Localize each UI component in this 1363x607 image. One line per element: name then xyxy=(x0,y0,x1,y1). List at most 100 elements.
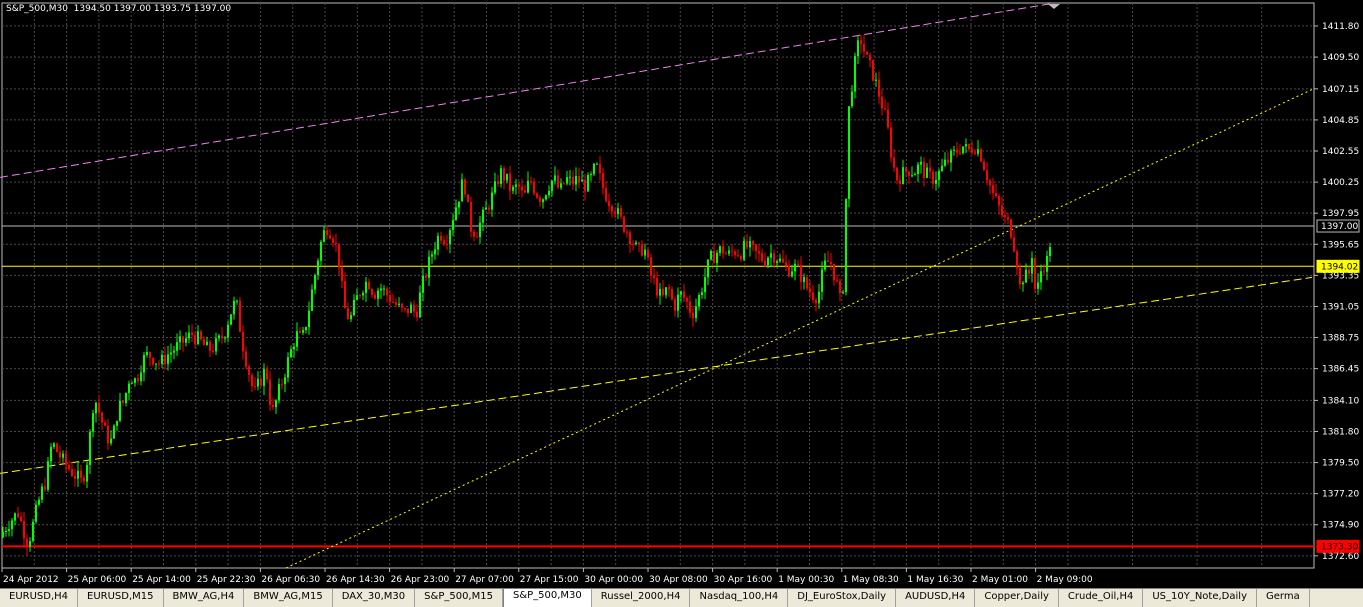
candle-body xyxy=(407,308,409,313)
candle-body xyxy=(806,277,808,289)
candle-body xyxy=(545,195,547,200)
candle-body xyxy=(146,352,148,356)
candle-body xyxy=(377,290,379,299)
candle-body xyxy=(881,96,883,109)
candle-body xyxy=(128,383,130,393)
tab-5[interactable]: DAX_30,M30 xyxy=(332,589,416,607)
candle-body xyxy=(662,288,664,296)
candle-body xyxy=(167,354,169,365)
x-tick-label: 27 Apr 15:00 xyxy=(520,575,579,585)
candle-body xyxy=(269,379,271,406)
candle-body xyxy=(764,260,766,266)
candle-body xyxy=(455,207,457,221)
candle-body xyxy=(974,152,976,154)
support-price-label: 1373.30 xyxy=(1321,542,1358,552)
candle-body xyxy=(581,179,583,182)
candle-body xyxy=(47,461,49,490)
channel-anchor-marker xyxy=(1048,4,1060,9)
tab-1[interactable]: EURUSD,H4 xyxy=(0,589,79,607)
candle-body xyxy=(35,504,37,522)
candle-body xyxy=(356,295,358,300)
candle-body xyxy=(62,453,64,458)
candle-body xyxy=(182,336,184,343)
tab-15[interactable]: Germa xyxy=(1256,589,1310,607)
candle-body xyxy=(590,174,592,176)
candle-body xyxy=(5,530,7,532)
candle-body xyxy=(308,310,310,328)
tab-6[interactable]: S&P_500,M15 xyxy=(415,589,503,607)
candle-body xyxy=(8,529,10,531)
candle-body xyxy=(893,157,895,168)
candle-body xyxy=(731,250,733,252)
candle-body xyxy=(1019,267,1021,285)
candle-body xyxy=(101,412,103,423)
candle-body xyxy=(788,265,790,277)
candle-body xyxy=(416,311,418,318)
candle-body xyxy=(89,431,91,465)
candle-body xyxy=(209,341,211,351)
candle-body xyxy=(188,332,190,339)
candle-body xyxy=(533,181,535,194)
candle-body xyxy=(986,170,988,181)
candle-body xyxy=(230,314,232,325)
candle-body xyxy=(560,183,562,188)
candle-body xyxy=(293,346,295,350)
candle-body xyxy=(194,335,196,344)
candle-body xyxy=(968,144,970,150)
tab-3[interactable]: BMW_AG,H4 xyxy=(163,589,245,607)
candle-body xyxy=(884,108,886,110)
candle-body xyxy=(326,230,328,236)
candle-body xyxy=(872,60,874,81)
candle-body xyxy=(902,167,904,184)
candle-body xyxy=(971,149,973,153)
candle-body xyxy=(20,516,22,521)
candle-body xyxy=(1049,247,1051,256)
candle-body xyxy=(395,302,397,305)
tab-14[interactable]: US_10Y_Note,Daily xyxy=(1143,589,1257,607)
candle-body xyxy=(263,368,265,386)
candle-body xyxy=(569,176,571,178)
tab-8[interactable]: Russel_2000,H4 xyxy=(591,589,691,607)
candle-body xyxy=(83,477,85,482)
candle-body xyxy=(437,235,439,250)
candle-body xyxy=(59,452,61,458)
candle-body xyxy=(644,249,646,256)
price-chart[interactable]: 1411.80 1409.50 1407.15 1404.85 1402.55 1400.… xyxy=(0,0,1363,588)
candle-body xyxy=(851,91,853,107)
tab-2[interactable]: EURUSD,M15 xyxy=(78,589,164,607)
x-tick-label: 1 May 00:30 xyxy=(778,575,834,585)
candle-body xyxy=(755,244,757,252)
candle-body xyxy=(776,261,778,263)
symbol-label: S&P_500,M30 xyxy=(6,4,68,14)
candle-body xyxy=(926,167,928,178)
candle-body xyxy=(26,538,28,547)
candle-body xyxy=(803,277,805,283)
candle-body xyxy=(338,243,340,268)
candle-body xyxy=(692,312,694,319)
candle-body xyxy=(575,175,577,185)
tab-9[interactable]: Nasdaq_100,H4 xyxy=(690,589,789,607)
chart-area[interactable]: 1411.80 1409.50 1407.15 1404.85 1402.55 1400.… xyxy=(0,0,1363,588)
tab-13[interactable]: Crude_Oil,H4 xyxy=(1058,589,1144,607)
x-tick-label: 27 Apr 07:00 xyxy=(455,575,514,585)
candle-body xyxy=(779,258,781,262)
candle-body xyxy=(551,180,553,191)
candle-body xyxy=(476,236,478,238)
tab-11[interactable]: AUDUSD,H4 xyxy=(896,589,976,607)
candle-body xyxy=(710,250,712,260)
candle-body xyxy=(830,261,832,264)
candle-body xyxy=(524,190,526,193)
candle-body xyxy=(890,127,892,158)
tab-10[interactable]: DJ_EuroStox,Daily xyxy=(788,589,897,607)
candle-body xyxy=(119,400,121,421)
x-tick-label: 30 Apr 00:00 xyxy=(584,575,643,585)
candle-body xyxy=(641,244,643,256)
x-tick-label: 30 Apr 16:00 xyxy=(714,575,773,585)
tab-7[interactable]: S&P_500,M30 xyxy=(502,589,592,607)
tab-4[interactable]: BMW_AG,M15 xyxy=(244,589,333,607)
candle-body xyxy=(740,256,742,260)
candle-body xyxy=(479,222,481,238)
candle-body xyxy=(410,304,412,313)
candle-body xyxy=(515,184,517,187)
tab-12[interactable]: Copper,Daily xyxy=(975,589,1059,607)
